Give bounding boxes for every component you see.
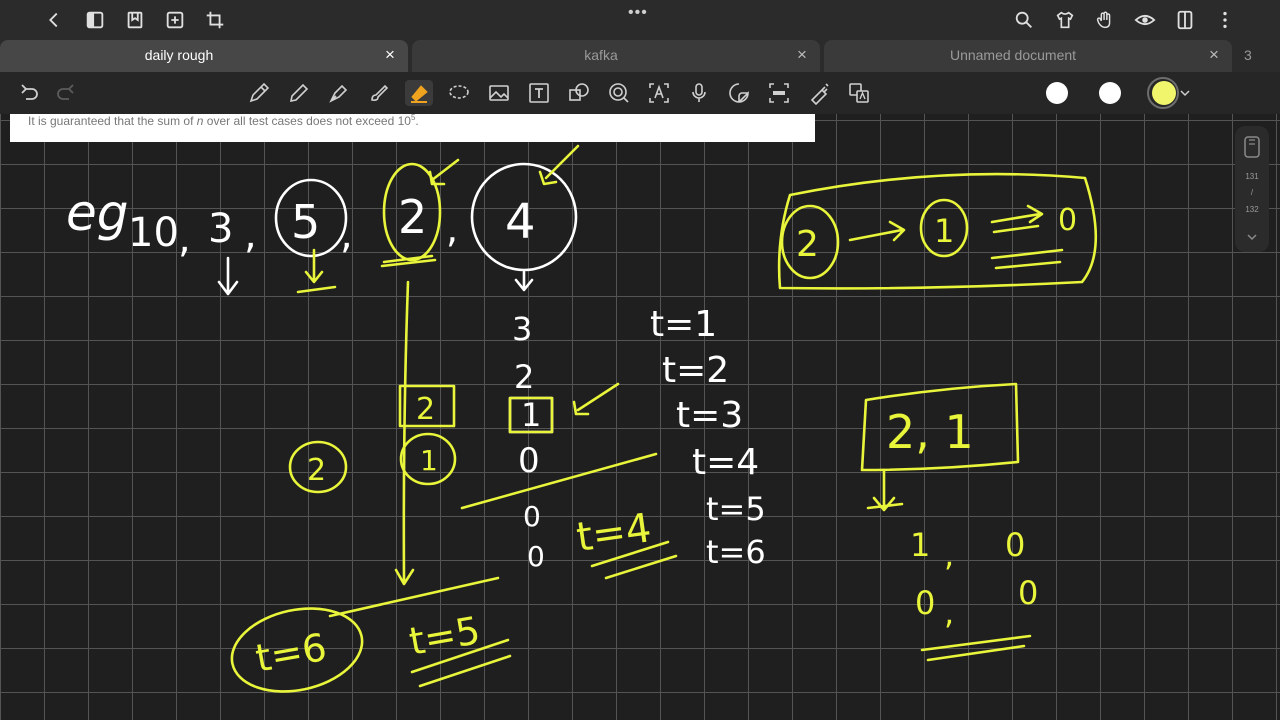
redo-icon[interactable] <box>52 80 80 106</box>
grid-canvas[interactable] <box>0 114 1280 720</box>
book-icon[interactable] <box>1171 6 1199 34</box>
laser-icon[interactable] <box>805 80 833 106</box>
ocr-icon[interactable] <box>765 80 793 106</box>
shirt-icon[interactable] <box>1051 6 1079 34</box>
more-options-dots[interactable]: ••• <box>628 4 648 22</box>
chevron-down-icon[interactable] <box>1246 230 1258 242</box>
drawing-toolbar <box>0 72 1280 114</box>
eye-icon[interactable] <box>1131 6 1159 34</box>
pasted-text-part: over all test cases does not exceed 10 <box>203 114 411 128</box>
tab-label: daily rough <box>144 47 214 63</box>
add-page-icon[interactable] <box>161 6 189 34</box>
notes-app: { "topbar": { "more_label": "•••", "icon… <box>0 0 1280 720</box>
pasted-problem-snippet: It is guaranteed that the sum of n over … <box>10 113 815 142</box>
pasted-text: It is guaranteed that the sum of n over … <box>28 113 419 128</box>
text-icon[interactable] <box>525 80 553 106</box>
shape-icon[interactable] <box>565 80 593 106</box>
tab-daily-rough[interactable]: daily rough × <box>0 40 408 72</box>
tab-overflow[interactable]: 3 <box>1236 40 1280 72</box>
page-scroller[interactable]: 131 / 132 <box>1235 126 1269 252</box>
more-vertical-icon[interactable] <box>1211 6 1239 34</box>
translate-icon[interactable] <box>845 80 873 106</box>
fountain-pen-icon[interactable] <box>325 80 353 106</box>
undo-icon[interactable] <box>15 80 43 106</box>
pasted-text-end: . <box>415 114 419 128</box>
back-icon[interactable] <box>40 6 68 34</box>
sidebar-icon[interactable] <box>81 6 109 34</box>
sticker-icon[interactable] <box>725 80 753 106</box>
tab-unnamed-document[interactable]: Unnamed document × <box>824 40 1232 72</box>
page-current: 131 <box>1245 172 1259 181</box>
image-icon[interactable] <box>485 80 513 106</box>
pen-icon[interactable] <box>245 80 273 106</box>
tab-kafka[interactable]: kafka × <box>412 40 820 72</box>
chevron-down-icon[interactable] <box>1180 85 1190 97</box>
pasted-text-part: It is guaranteed that the sum of <box>28 114 197 128</box>
microphone-icon[interactable] <box>685 80 713 106</box>
close-icon[interactable]: × <box>1204 45 1224 65</box>
search-icon[interactable] <box>1010 6 1038 34</box>
brush-icon[interactable] <box>365 80 393 106</box>
scroller-handle-icon[interactable] <box>1242 134 1262 160</box>
top-bar: ••• <box>0 0 1280 40</box>
close-icon[interactable]: × <box>380 45 400 65</box>
color-swatch-yellow[interactable] <box>1152 81 1176 105</box>
tab-label: kafka <box>584 47 618 63</box>
crop-icon[interactable] <box>201 6 229 34</box>
color-swatch-white-2[interactable] <box>1099 82 1121 104</box>
page-total: 132 <box>1245 205 1259 214</box>
tab-bar: daily rough × kafka × Unnamed document ×… <box>0 40 1280 72</box>
lasso-icon[interactable] <box>445 80 473 106</box>
ocr-text-icon[interactable] <box>645 80 673 106</box>
tab-label: Unnamed document <box>949 47 1077 63</box>
zoom-icon[interactable] <box>605 80 633 106</box>
hand-icon[interactable] <box>1091 6 1119 34</box>
page-separator: / <box>1250 188 1254 197</box>
pencil-icon[interactable] <box>285 80 313 106</box>
tab-count: 3 <box>1244 47 1252 63</box>
highlighter-icon[interactable] <box>405 80 433 106</box>
bookmark-icon[interactable] <box>121 6 149 34</box>
color-swatch-white[interactable] <box>1046 82 1068 104</box>
close-icon[interactable]: × <box>792 45 812 65</box>
